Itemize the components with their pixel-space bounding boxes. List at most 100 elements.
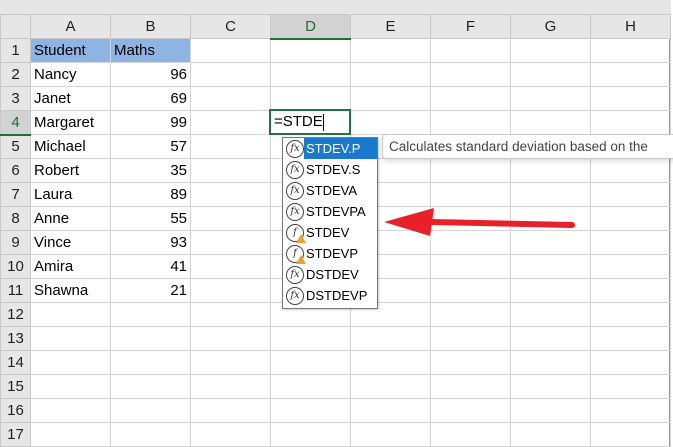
column-header-E[interactable]: E — [350, 14, 431, 39]
cell-F1[interactable] — [430, 38, 511, 63]
cell-H2[interactable] — [590, 62, 671, 87]
column-header-F[interactable]: F — [430, 14, 511, 39]
column-header-B[interactable]: B — [110, 14, 191, 39]
cell-B10[interactable]: 41 — [110, 254, 191, 279]
cell-B5[interactable]: 57 — [110, 134, 191, 159]
cell-B9[interactable]: 93 — [110, 230, 191, 255]
select-all-corner[interactable] — [0, 14, 31, 39]
cell-C4[interactable] — [190, 110, 271, 135]
cell-D16[interactable] — [270, 398, 351, 423]
cell-C3[interactable] — [190, 86, 271, 111]
cell-A12[interactable] — [30, 302, 111, 327]
cell-C13[interactable] — [190, 326, 271, 351]
cell-G15[interactable] — [510, 374, 591, 399]
cell-H4[interactable] — [590, 110, 671, 135]
active-cell-editor[interactable]: =STDE — [269, 109, 351, 135]
row-header-3[interactable]: 3 — [0, 86, 31, 111]
row-header-7[interactable]: 7 — [0, 182, 31, 207]
row-header-15[interactable]: 15 — [0, 374, 31, 399]
cell-D17[interactable] — [270, 422, 351, 447]
cell-H16[interactable] — [590, 398, 671, 423]
cell-C1[interactable] — [190, 38, 271, 63]
cell-C17[interactable] — [190, 422, 271, 447]
cell-H8[interactable] — [590, 206, 671, 231]
cell-G11[interactable] — [510, 278, 591, 303]
cell-H7[interactable] — [590, 182, 671, 207]
column-header-C[interactable]: C — [190, 14, 271, 39]
cell-H10[interactable] — [590, 254, 671, 279]
cell-A7[interactable]: Laura — [30, 182, 111, 207]
cell-B17[interactable] — [110, 422, 191, 447]
cell-C5[interactable] — [190, 134, 271, 159]
cell-H6[interactable] — [590, 158, 671, 183]
cell-C2[interactable] — [190, 62, 271, 87]
cell-B12[interactable] — [110, 302, 191, 327]
cell-D15[interactable] — [270, 374, 351, 399]
cell-G4[interactable] — [510, 110, 591, 135]
column-header-A[interactable]: A — [30, 14, 111, 39]
autocomplete-item[interactable]: fx DSTDEVP — [283, 285, 377, 306]
cell-C15[interactable] — [190, 374, 271, 399]
cell-A8[interactable]: Anne — [30, 206, 111, 231]
cell-F16[interactable] — [430, 398, 511, 423]
cell-C8[interactable] — [190, 206, 271, 231]
cell-C10[interactable] — [190, 254, 271, 279]
cell-B7[interactable]: 89 — [110, 182, 191, 207]
autocomplete-item[interactable]: fx STDEVA — [283, 180, 377, 201]
cell-C6[interactable] — [190, 158, 271, 183]
row-header-6[interactable]: 6 — [0, 158, 31, 183]
cell-B8[interactable]: 55 — [110, 206, 191, 231]
row-header-13[interactable]: 13 — [0, 326, 31, 351]
cell-A1[interactable]: Student — [30, 38, 111, 63]
column-header-G[interactable]: G — [510, 14, 591, 39]
cell-D3[interactable] — [270, 86, 351, 111]
row-header-12[interactable]: 12 — [0, 302, 31, 327]
cell-H15[interactable] — [590, 374, 671, 399]
cell-F4[interactable] — [430, 110, 511, 135]
cell-D13[interactable] — [270, 326, 351, 351]
autocomplete-item[interactable]: fx STDEV.S — [283, 159, 377, 180]
cell-F14[interactable] — [430, 350, 511, 375]
cell-B4[interactable]: 99 — [110, 110, 191, 135]
cell-F3[interactable] — [430, 86, 511, 111]
cell-G12[interactable] — [510, 302, 591, 327]
cell-G14[interactable] — [510, 350, 591, 375]
cell-D1[interactable] — [270, 38, 351, 63]
row-header-16[interactable]: 16 — [0, 398, 31, 423]
row-header-1[interactable]: 1 — [0, 38, 31, 63]
cell-A5[interactable]: Michael — [30, 134, 111, 159]
cell-F17[interactable] — [430, 422, 511, 447]
cell-A4[interactable]: Margaret — [30, 110, 111, 135]
cell-F11[interactable] — [430, 278, 511, 303]
row-header-11[interactable]: 11 — [0, 278, 31, 303]
column-header-H[interactable]: H — [590, 14, 671, 39]
cell-B15[interactable] — [110, 374, 191, 399]
row-header-17[interactable]: 17 — [0, 422, 31, 447]
cell-A13[interactable] — [30, 326, 111, 351]
autocomplete-item[interactable]: fx DSTDEV — [283, 264, 377, 285]
cell-B6[interactable]: 35 — [110, 158, 191, 183]
cell-G6[interactable] — [510, 158, 591, 183]
cell-H11[interactable] — [590, 278, 671, 303]
cell-C12[interactable] — [190, 302, 271, 327]
cell-B13[interactable] — [110, 326, 191, 351]
row-header-5[interactable]: 5 — [0, 134, 31, 159]
cell-D14[interactable] — [270, 350, 351, 375]
cell-G13[interactable] — [510, 326, 591, 351]
cell-C9[interactable] — [190, 230, 271, 255]
row-header-9[interactable]: 9 — [0, 230, 31, 255]
cell-F6[interactable] — [430, 158, 511, 183]
cell-F7[interactable] — [430, 182, 511, 207]
row-header-4[interactable]: 4 — [0, 110, 31, 136]
cell-A10[interactable]: Amira — [30, 254, 111, 279]
cell-E13[interactable] — [350, 326, 431, 351]
cell-B14[interactable] — [110, 350, 191, 375]
autocomplete-item[interactable]: fx STDEV.P — [283, 138, 377, 159]
autocomplete-item[interactable]: fx STDEVPA — [283, 201, 377, 222]
cell-A3[interactable]: Janet — [30, 86, 111, 111]
row-header-14[interactable]: 14 — [0, 350, 31, 375]
row-header-10[interactable]: 10 — [0, 254, 31, 279]
cell-C16[interactable] — [190, 398, 271, 423]
cell-H1[interactable] — [590, 38, 671, 63]
cell-H3[interactable] — [590, 86, 671, 111]
